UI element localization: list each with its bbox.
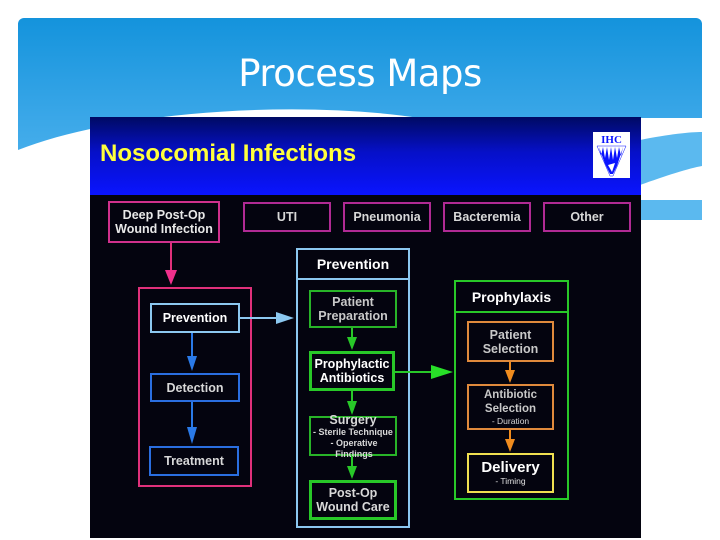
- stage-label: Prevention: [162, 311, 228, 325]
- step-label-line: Prophylactic: [314, 357, 390, 371]
- slide-title: Process Maps: [238, 52, 482, 95]
- step-label-line: Selection: [482, 341, 539, 356]
- step-prophylactic-antibiotics[interactable]: Prophylactic Antibiotics: [309, 351, 395, 391]
- step-delivery[interactable]: Delivery - Timing: [467, 453, 554, 493]
- logo-text: IHC: [601, 134, 622, 146]
- step-antibiotic-selection[interactable]: Antibiotic Selection - Duration: [467, 384, 554, 430]
- panel-title: Nosocomial Infections: [100, 140, 357, 167]
- prevention-title: Prevention: [316, 256, 390, 272]
- step-note: - Operative Findings: [330, 437, 378, 459]
- category-pneumonia[interactable]: Pneumonia: [343, 202, 431, 232]
- category-label-line: Wound Infection: [115, 222, 213, 236]
- stage-detection[interactable]: Detection: [150, 373, 240, 402]
- step-label-line: Wound Care: [316, 500, 390, 514]
- category-label: Bacteremia: [453, 210, 521, 224]
- step-note: - Duration: [491, 415, 530, 426]
- ihc-logo-icon: IHC: [593, 132, 630, 178]
- category-label: Pneumonia: [353, 210, 421, 224]
- category-label: UTI: [276, 210, 298, 224]
- step-patient-selection[interactable]: Patient Selection: [467, 321, 554, 362]
- step-label-line: Surgery: [329, 412, 377, 427]
- step-post-op-wound-care[interactable]: Post-Op Wound Care: [309, 480, 397, 520]
- prophylaxis-group-title: Prophylaxis: [454, 280, 569, 313]
- category-uti[interactable]: UTI: [243, 202, 331, 232]
- category-label: Other: [570, 210, 604, 224]
- step-label-line: Patient: [332, 295, 374, 309]
- step-label-line: Post-Op: [328, 486, 378, 500]
- stage-label: Treatment: [164, 454, 224, 468]
- step-label-line: Selection: [484, 402, 537, 415]
- category-other[interactable]: Other: [543, 202, 631, 232]
- step-note: - Sterile Technique: [313, 426, 393, 437]
- stage-prevention[interactable]: Prevention: [150, 303, 240, 333]
- step-label-line: Antibiotic: [483, 388, 538, 401]
- panel-header: Nosocomial Infections IHC: [90, 117, 641, 195]
- step-surgery[interactable]: Surgery - Sterile Technique - Operative …: [309, 412, 397, 459]
- category-deep-post-op-wound-infection[interactable]: Deep Post-Op Wound Infection: [108, 201, 220, 243]
- step-label-line: Antibiotics: [319, 371, 385, 385]
- category-bacteremia[interactable]: Bacteremia: [443, 202, 531, 232]
- prevention-group-title: Prevention: [296, 248, 410, 280]
- prophylaxis-title: Prophylaxis: [471, 288, 552, 305]
- step-label-line: Preparation: [318, 309, 388, 323]
- category-label-line: Deep Post-Op: [122, 208, 206, 222]
- step-label-line: Patient: [489, 327, 532, 342]
- stage-treatment[interactable]: Treatment: [149, 446, 239, 476]
- step-note: - Timing: [495, 476, 526, 486]
- step-patient-preparation[interactable]: Patient Preparation: [309, 290, 397, 328]
- step-label-line: Delivery: [481, 459, 540, 476]
- stage-label: Detection: [166, 380, 224, 395]
